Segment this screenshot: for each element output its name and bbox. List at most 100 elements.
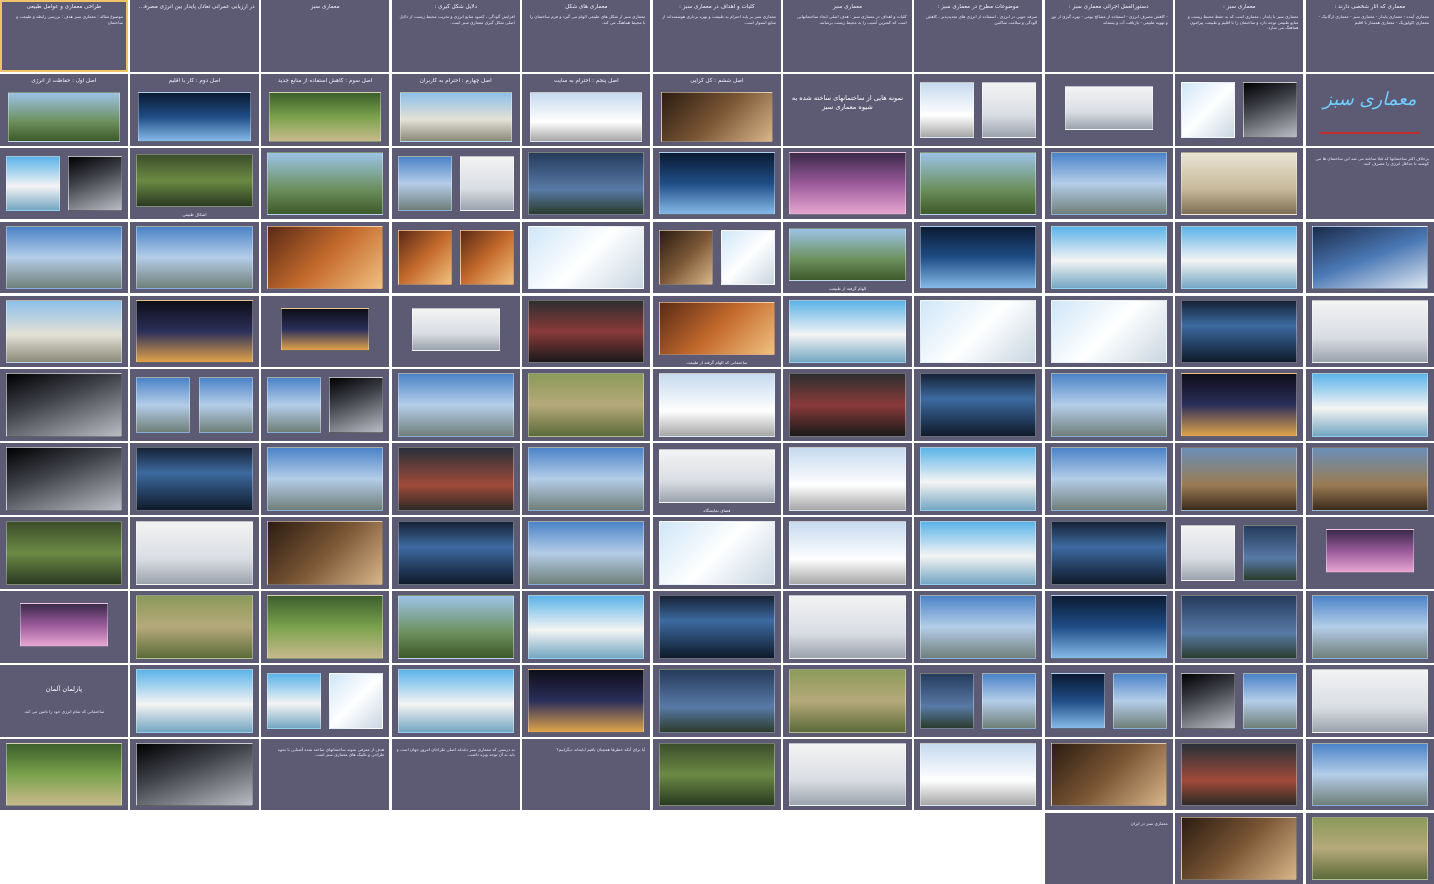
slide-thumbnail[interactable] [522, 147, 651, 220]
slide-thumbnail[interactable] [1044, 369, 1173, 442]
slide-thumbnail[interactable] [260, 517, 390, 589]
slide-thumbnail[interactable] [130, 517, 259, 589]
slide-thumbnail[interactable]: اصل ششم : کل گرایی [652, 73, 782, 146]
slide-thumbnail[interactable] [1175, 369, 1304, 442]
slide-thumbnail[interactable] [1044, 73, 1173, 146]
slide-thumbnail[interactable] [652, 738, 782, 811]
slide-thumbnail[interactable] [783, 295, 912, 368]
slide-thumbnail[interactable]: اصل پنجم : احترام به سایت [522, 73, 651, 146]
slide-thumbnail[interactable] [522, 517, 651, 589]
slide-thumbnail[interactable] [0, 147, 129, 220]
slide-thumbnail[interactable]: کلیات و اهداف در معماری سبز : معماری سبز … [652, 0, 782, 72]
slide-thumbnail[interactable] [783, 664, 912, 737]
slide-thumbnail[interactable] [522, 369, 651, 442]
slide-thumbnail[interactable] [652, 517, 782, 589]
slide-thumbnail[interactable] [130, 664, 259, 737]
slide-thumbnail[interactable] [1044, 147, 1173, 220]
slide-thumbnail[interactable] [0, 295, 129, 368]
slide-thumbnail[interactable] [391, 221, 520, 294]
slide-thumbnail[interactable] [0, 221, 129, 294]
slide-thumbnail[interactable]: اصل سوم : کاهش استفاده از منابع جدید [260, 73, 390, 146]
slide-thumbnail[interactable] [1175, 443, 1304, 515]
slide-thumbnail[interactable]: معماری سبز [1305, 73, 1434, 146]
slide-thumbnail[interactable] [1305, 295, 1434, 368]
slide-thumbnail[interactable] [391, 369, 520, 442]
slide-thumbnail[interactable] [1305, 738, 1434, 811]
slide-thumbnail[interactable] [130, 591, 259, 663]
slide-thumbnail[interactable] [1175, 591, 1304, 663]
slide-thumbnail[interactable] [1044, 591, 1173, 663]
slide-thumbnail[interactable] [522, 591, 651, 663]
slide-thumbnail[interactable] [913, 295, 1043, 368]
slide-thumbnail[interactable] [0, 738, 129, 811]
slide-thumbnail[interactable] [1044, 295, 1173, 368]
slide-thumbnail[interactable] [522, 295, 651, 368]
slide-thumbnail[interactable]: هدف از معرفی نمونه ساختمانهای ساخته شده … [260, 738, 390, 811]
slide-thumbnail[interactable] [1175, 517, 1304, 589]
slide-thumbnail[interactable]: معماری که اثار شخصی دارند : معماری آینده … [1305, 0, 1434, 72]
slide-thumbnail[interactable] [652, 664, 782, 737]
slide-thumbnail[interactable] [1175, 812, 1304, 884]
slide-thumbnail[interactable]: نمونه هایی از ساختمانهای ساخته شده به شی… [783, 73, 912, 146]
slide-thumbnail[interactable] [391, 443, 520, 515]
slide-thumbnail[interactable] [1044, 443, 1173, 515]
slide-thumbnail[interactable]: موضوعات مطرح در معماری سبز : صرفه جویی در… [913, 0, 1043, 72]
slide-thumbnail[interactable] [1044, 221, 1173, 294]
slide-thumbnail[interactable] [0, 369, 129, 442]
slide-thumbnail[interactable] [1175, 664, 1304, 737]
slide-thumbnail[interactable] [260, 147, 390, 220]
slide-thumbnail[interactable] [391, 664, 520, 737]
slide-thumbnail[interactable] [260, 369, 390, 442]
slide-thumbnail[interactable]: پارلمان آلمان ساختمانی که تمام انرژی خود … [0, 664, 129, 737]
slide-thumbnail[interactable] [913, 369, 1043, 442]
slide-thumbnail[interactable]: معماری های شکل معماری سبز از شکل های طبیع… [522, 0, 651, 72]
slide-thumbnail[interactable] [652, 591, 782, 663]
slide-thumbnail[interactable] [1044, 517, 1173, 589]
slide-thumbnail[interactable]: معماری سبز [260, 0, 390, 72]
slide-thumbnail[interactable]: فضای نمایشگاه [652, 443, 782, 515]
slide-thumbnail[interactable]: اصل اول : حفاظت از انرژی [0, 73, 129, 146]
slide-thumbnail[interactable] [1175, 295, 1304, 368]
slide-thumbnail[interactable] [1305, 369, 1434, 442]
slide-thumbnail[interactable] [391, 147, 520, 220]
slide-thumbnail[interactable] [260, 295, 390, 368]
slide-thumbnail[interactable]: اصل چهارم : احترام به کاربران [391, 73, 520, 146]
slide-thumbnail[interactable] [913, 73, 1043, 146]
slide-thumbnail[interactable] [1305, 664, 1434, 737]
slide-thumbnail[interactable] [783, 369, 912, 442]
slide-thumbnail[interactable] [522, 221, 651, 294]
slide-thumbnail[interactable] [783, 738, 912, 811]
slide-thumbnail[interactable] [1305, 812, 1434, 884]
slide-thumbnail[interactable] [130, 738, 259, 811]
slide-thumbnail[interactable] [1175, 73, 1304, 146]
slide-thumbnail[interactable] [130, 443, 259, 515]
slide-thumbnail[interactable] [652, 369, 782, 442]
slide-thumbnail[interactable] [391, 591, 520, 663]
slide-thumbnail[interactable] [130, 295, 259, 368]
slide-thumbnail[interactable]: به درستی که معماری سبز دغدغه اصلی طراحان… [391, 738, 520, 811]
slide-thumbnail[interactable]: دلایل شکل گیری : افزایش آلودگی ، کمبود من… [391, 0, 520, 72]
slide-thumbnail[interactable] [1305, 443, 1434, 515]
slide-thumbnail[interactable]: برخلاف اکثر ساختمانها که قبلا ساخته می ش… [1305, 147, 1434, 220]
slide-thumbnail[interactable] [783, 517, 912, 589]
slide-thumbnail[interactable] [783, 147, 912, 220]
slide-thumbnail[interactable] [783, 591, 912, 663]
slide-thumbnail[interactable] [913, 221, 1043, 294]
slide-thumbnail[interactable] [130, 369, 259, 442]
slide-thumbnail[interactable] [0, 591, 129, 663]
slide-thumbnail[interactable] [260, 591, 390, 663]
slide-thumbnail[interactable]: اصل دوم : کار با اقلیم [130, 73, 259, 146]
slide-thumbnail[interactable] [913, 591, 1043, 663]
slide-thumbnail[interactable]: معماری سبز : معماری سبز یا پایدار ، معمار… [1175, 0, 1304, 72]
slide-thumbnail[interactable] [260, 221, 390, 294]
slide-thumbnail[interactable] [913, 443, 1043, 515]
slide-thumbnail[interactable] [1305, 221, 1434, 294]
slide-thumbnail[interactable] [522, 443, 651, 515]
slide-thumbnail[interactable] [783, 443, 912, 515]
slide-thumbnail[interactable] [652, 221, 782, 294]
slide-thumbnail[interactable]: الهام گرفته از طبیعت [783, 221, 912, 294]
slide-thumbnail[interactable] [913, 147, 1043, 220]
slide-thumbnail[interactable] [0, 517, 129, 589]
slide-thumbnail[interactable] [913, 664, 1043, 737]
slide-thumbnail[interactable] [1175, 738, 1304, 811]
